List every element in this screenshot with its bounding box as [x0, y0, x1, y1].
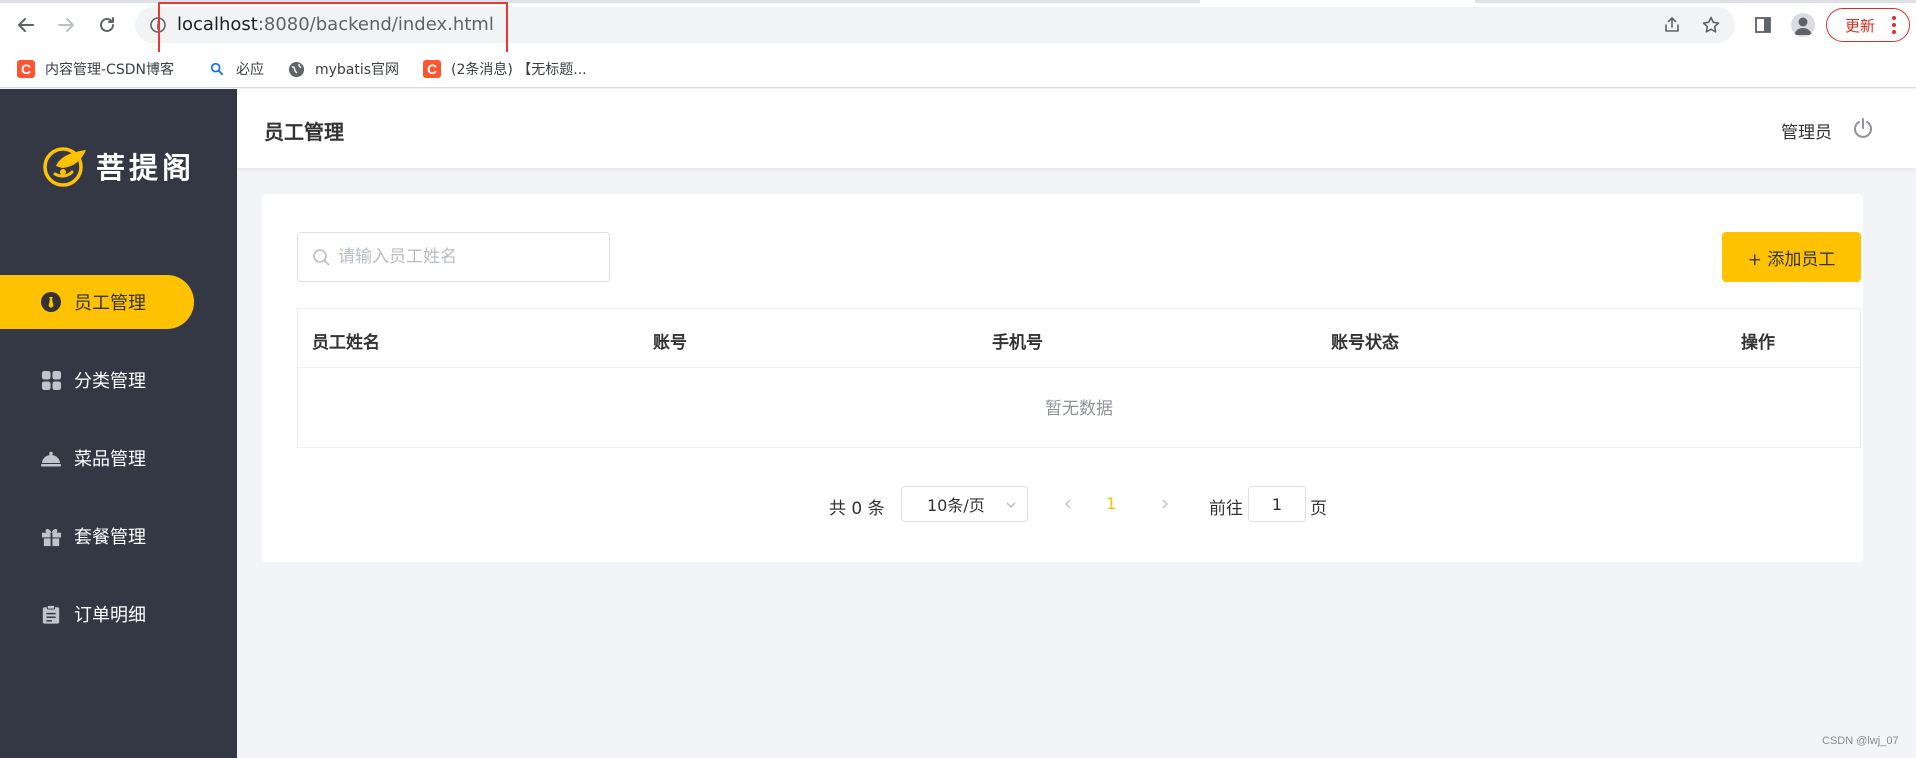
app-logo: 菩提阁 — [42, 144, 195, 188]
logo-text: 菩提阁 — [96, 151, 196, 185]
reload-icon[interactable] — [95, 13, 119, 37]
logout-power-icon[interactable] — [1852, 117, 1874, 139]
column-header-actions: 操作 — [1741, 333, 1775, 353]
next-page-button[interactable] — [1155, 494, 1175, 514]
chevron-right-icon — [1162, 499, 1169, 509]
user-name: 管理员 — [1781, 123, 1832, 143]
bookmark-label: (2条消息) 【无标题... — [451, 62, 587, 78]
sidebar-item-label: 套餐管理 — [74, 527, 146, 548]
side-panel-icon[interactable] — [1751, 13, 1775, 37]
clipboard-icon — [40, 603, 62, 625]
share-icon[interactable] — [1660, 13, 1684, 37]
employee-name-search-input[interactable] — [338, 247, 598, 267]
chevron-left-icon — [1064, 499, 1071, 509]
bookmark-label: 必应 — [236, 62, 264, 78]
sidebar-item-dishes[interactable]: 菜品管理 — [0, 431, 194, 485]
bookmark-csdn-content[interactable]: C 内容管理-CSDN博客 — [17, 58, 174, 80]
bookmarks-bar: C 内容管理-CSDN博客 必应 mybatis官网 C (2条消息) 【无标题… — [0, 52, 1916, 88]
goto-suffix: 页 — [1310, 499, 1327, 519]
dish-cloche-icon — [40, 447, 62, 469]
csdn-icon: C — [423, 60, 441, 78]
page-size-select[interactable]: 10条/页 — [901, 486, 1028, 522]
page-size-value: 10条/页 — [927, 496, 985, 515]
employee-icon — [40, 291, 62, 313]
page-number-current[interactable]: 1 — [1106, 494, 1116, 513]
url-highlight-box — [158, 2, 508, 54]
search-icon — [313, 249, 330, 266]
column-header-name: 员工姓名 — [312, 333, 380, 353]
prev-page-button[interactable] — [1058, 494, 1078, 514]
sidebar-item-employees[interactable]: 员工管理 — [0, 275, 194, 329]
bookmark-bing[interactable]: 必应 — [208, 58, 264, 80]
browser-toolbar: localhost:8080/backend/index.html 更新 — [0, 0, 1916, 54]
sidebar-item-categories[interactable]: 分类管理 — [0, 353, 194, 407]
sidebar-item-label: 订单明细 — [74, 605, 146, 626]
bookmark-label: mybatis官网 — [315, 62, 400, 78]
csdn-watermark: CSDN @lwj_07 — [1822, 735, 1899, 747]
csdn-icon: C — [17, 60, 35, 78]
employee-list-card: + 添加员工 员工姓名 账号 手机号 账号状态 操作 暂无数据 共 0 条 10… — [262, 194, 1863, 562]
add-employee-button[interactable]: + 添加员工 — [1722, 232, 1861, 282]
profile-avatar-icon[interactable] — [1791, 13, 1815, 37]
search-box[interactable] — [297, 232, 610, 282]
column-header-phone: 手机号 — [992, 333, 1043, 353]
bing-search-icon — [208, 60, 226, 78]
sidebar-item-combos[interactable]: 套餐管理 — [0, 509, 194, 563]
sidebar-item-label: 菜品管理 — [74, 449, 146, 470]
sidebar-item-orders[interactable]: 订单明细 — [0, 587, 194, 641]
bodhi-leaf-logo-icon — [43, 147, 86, 187]
sidebar: 菩提阁 员工管理 分类管理 菜品管理 套餐管理 订单明细 — [0, 89, 237, 758]
chevron-down-icon — [1006, 502, 1016, 508]
more-menu-icon[interactable] — [1892, 16, 1896, 37]
table-empty-text: 暂无数据 — [1045, 398, 1113, 419]
goto-label: 前往 — [1209, 499, 1243, 519]
gift-icon — [40, 525, 62, 547]
goto-page-input[interactable] — [1248, 486, 1306, 522]
bookmark-csdn-message[interactable]: C (2条消息) 【无标题... — [423, 58, 587, 80]
update-button[interactable]: 更新 — [1826, 8, 1910, 42]
column-header-status: 账号状态 — [1331, 333, 1399, 353]
page-header: 员工管理 管理员 — [237, 89, 1916, 168]
column-header-account: 账号 — [653, 333, 687, 353]
bookmark-mybatis[interactable]: mybatis官网 — [287, 58, 399, 80]
page-title: 员工管理 — [264, 120, 344, 144]
category-grid-icon — [40, 369, 62, 391]
sidebar-item-label: 分类管理 — [74, 371, 146, 392]
employee-table: 员工姓名 账号 手机号 账号状态 操作 暂无数据 — [297, 308, 1861, 448]
sidebar-item-label: 员工管理 — [74, 293, 146, 314]
bookmark-label: 内容管理-CSDN博客 — [45, 62, 174, 78]
update-label: 更新 — [1845, 16, 1876, 35]
back-arrow-icon[interactable] — [14, 13, 38, 37]
pagination-total: 共 0 条 — [829, 499, 885, 519]
bookmark-star-icon[interactable] — [1699, 13, 1723, 37]
forward-arrow-icon[interactable] — [54, 13, 78, 37]
tab-strip-edge-right — [1475, 0, 1916, 3]
table-header: 员工姓名 账号 手机号 账号状态 操作 — [298, 309, 1860, 368]
globe-icon — [287, 60, 305, 78]
